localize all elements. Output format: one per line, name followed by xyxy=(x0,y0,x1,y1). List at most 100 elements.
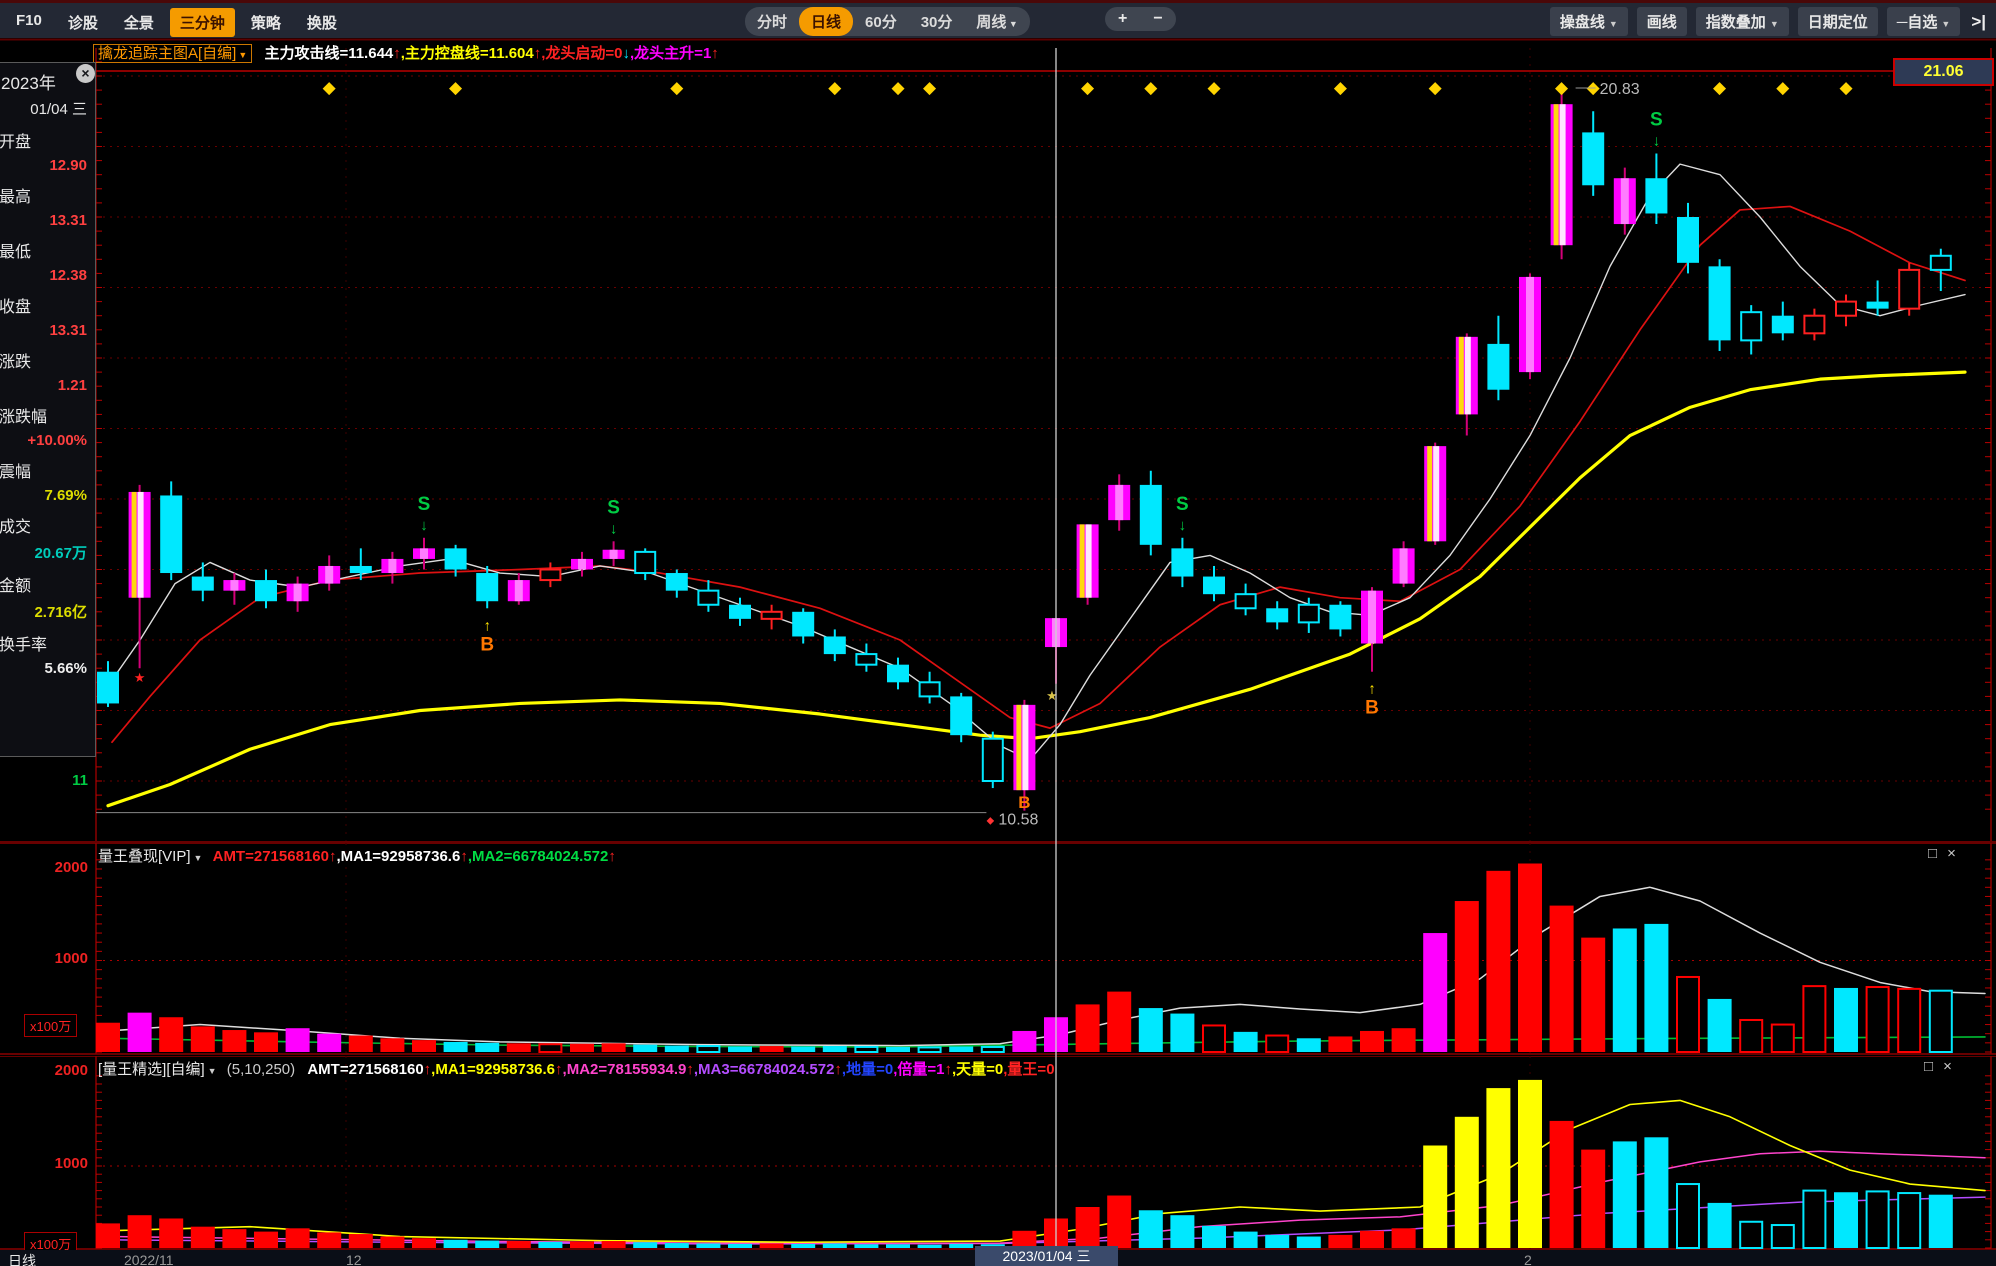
chevron-down-icon[interactable]: ▼ xyxy=(1006,19,1017,29)
indicator-value: ,地量=0 xyxy=(842,1061,893,1078)
trend-arrow-icon: ↑ xyxy=(686,1061,694,1078)
indicator-value: AMT=271568160 xyxy=(213,848,329,865)
date-axis-label: 2 xyxy=(1524,1252,1532,1266)
indicator-value: ,倍量=1 xyxy=(893,1061,944,1078)
zoom-controls: + − xyxy=(1105,7,1176,31)
quote-row: 最高13.31 xyxy=(0,183,95,229)
menu-item[interactable]: 诊股 xyxy=(58,8,108,37)
svg-text:◆: ◆ xyxy=(1776,78,1790,97)
svg-text:↓: ↓ xyxy=(420,517,428,534)
period-tab[interactable]: 30分 xyxy=(909,7,965,36)
toolbar-right: 操盘线▼ 画线指数叠加▼ 日期定位 ─自选▼ >| xyxy=(1550,7,1986,36)
panel-close-icon[interactable]: × xyxy=(1943,1058,1952,1075)
main-menu: F10诊股全景三分钟策略换股 xyxy=(6,8,347,37)
svg-text:↓: ↓ xyxy=(610,520,618,537)
svg-text:◆: ◆ xyxy=(1334,78,1348,97)
quote-label: 涨跌幅 xyxy=(0,403,95,427)
svg-text:S: S xyxy=(1176,494,1189,515)
indicator-value: ,MA3=66784024.572 xyxy=(694,1061,835,1078)
chevron-down-icon[interactable]: ▼ xyxy=(194,853,203,863)
svg-text:◆: ◆ xyxy=(670,78,684,97)
svg-text:↓: ↓ xyxy=(1653,133,1661,150)
main-candlestick-chart[interactable]: ◆◆◆◆◆◆◆◆◆◆◆◆◆◆◆◆S↓S↓S↓S↓↑B↑BB◆10.5820.83… xyxy=(0,38,1996,843)
quote-row: 换手率5.66% xyxy=(0,631,95,677)
chevron-down-icon[interactable]: ▼ xyxy=(238,50,247,60)
main-indicator-values: 主力攻击线=11.644↑,主力控盘线=11.604↑,龙头启动=0↓,龙头主升… xyxy=(264,45,718,62)
quote-row: 成交20.67万 xyxy=(0,513,95,563)
menu-item[interactable]: F10 xyxy=(6,8,52,37)
quote-row: 开盘12.90 xyxy=(0,128,95,174)
menu-item[interactable]: 全景 xyxy=(114,8,164,37)
vol-indicator-header: 量王叠现[VIP]▼ AMT=271568160↑,MA1=92958736.6… xyxy=(98,845,616,865)
tool-button[interactable]: 操盘线▼ xyxy=(1550,7,1628,36)
period-tabs: 分时日线60分30分周线 ▼ xyxy=(745,7,1030,36)
panel-restore-icon[interactable]: □ xyxy=(1928,845,1937,862)
quote-row: 金额 2.716亿 xyxy=(0,572,95,622)
quote-row: 涨跌幅+10.00% xyxy=(0,403,95,449)
period-label: 日线 xyxy=(8,1251,36,1266)
main-indicator-selector[interactable]: 擒龙追踪主图A[自编]▼ xyxy=(93,44,252,63)
chevron-down-icon[interactable]: ▼ xyxy=(1609,19,1618,29)
indicator-value: ,天量=0 xyxy=(952,1061,1003,1078)
trend-arrow-icon: ↓ xyxy=(623,45,631,62)
trend-arrow-icon: ↑ xyxy=(608,848,616,865)
quote-label: 金额 xyxy=(0,572,95,596)
vol2-indicator-header: [量王精选][自编]▼ (5,10,250) AMT=271568160↑,MA… xyxy=(98,1058,1055,1078)
svg-text:20.83: 20.83 xyxy=(1600,81,1640,98)
trend-arrow-icon: ↑ xyxy=(460,848,468,865)
quote-value: 13.31 xyxy=(0,212,95,229)
menu-item[interactable]: 策略 xyxy=(241,8,291,37)
period-tab[interactable]: 60分 xyxy=(853,7,909,36)
vol2-indicator-selector[interactable]: [量王精选][自编]▼ xyxy=(98,1061,217,1078)
period-tab[interactable]: 日线 xyxy=(799,7,853,36)
period-tab[interactable]: 周线 ▼ xyxy=(964,7,1029,36)
panel-restore-icon[interactable]: □ xyxy=(1924,1058,1933,1075)
quote-value: 12.38 xyxy=(0,267,95,284)
quote-label: 成交 xyxy=(0,513,95,537)
chevron-down-icon[interactable]: ▼ xyxy=(1941,19,1950,29)
date-axis-label: 12 xyxy=(346,1252,362,1266)
vol-axis-1000: 1000 xyxy=(30,950,88,967)
svg-text:↑: ↑ xyxy=(1368,681,1376,698)
quote-value: 2.716亿 xyxy=(0,601,95,622)
svg-text:↓: ↓ xyxy=(1179,517,1187,534)
limit-price-label: 21.06 xyxy=(1893,58,1994,86)
zoom-in-button[interactable]: + xyxy=(1105,7,1140,31)
tool-button[interactable]: 指数叠加▼ xyxy=(1696,7,1789,36)
quote-row: 收盘13.31 xyxy=(0,293,95,339)
trend-arrow-icon: ↑ xyxy=(711,45,719,62)
menu-item[interactable]: 换股 xyxy=(297,8,347,37)
quote-row: 涨跌1.21 xyxy=(0,348,95,394)
trend-arrow-icon: ↑ xyxy=(555,1061,563,1078)
svg-text:◆: ◆ xyxy=(987,816,995,827)
quote-value: 12.90 xyxy=(0,157,95,174)
panel-close-icon[interactable]: × xyxy=(1947,845,1956,862)
tool-button[interactable]: ─自选▼ xyxy=(1887,7,1961,36)
vol-indicator-selector[interactable]: 量王叠现[VIP]▼ xyxy=(98,848,202,865)
vol-unit-label: x100万 xyxy=(24,1014,77,1037)
svg-text:B: B xyxy=(1365,698,1379,719)
svg-text:◆: ◆ xyxy=(1555,78,1569,97)
vol-indicator-values: AMT=271568160↑,MA1=92958736.6↑,MA2=66784… xyxy=(213,848,616,865)
tool-button[interactable]: 日期定位 xyxy=(1798,7,1878,36)
chevron-down-icon[interactable]: ▼ xyxy=(1770,19,1779,29)
svg-text:◆: ◆ xyxy=(891,78,905,97)
chevron-down-icon[interactable]: ▼ xyxy=(208,1066,217,1076)
collapse-panel-icon[interactable]: >| xyxy=(1971,12,1986,32)
menu-item[interactable]: 三分钟 xyxy=(170,8,235,37)
quote-date: 01/04 三 xyxy=(0,98,95,119)
svg-text:◆: ◆ xyxy=(1429,78,1443,97)
indicator-value: ,MA2=78155934.9 xyxy=(563,1061,687,1078)
quote-label: 换手率 xyxy=(0,631,95,655)
volume2-panel-chart[interactable] xyxy=(0,1056,1996,1250)
indicator-value: ,MA2=66784024.572 xyxy=(468,848,609,865)
close-icon[interactable]: × xyxy=(76,64,95,83)
topbar: F10诊股全景三分钟策略换股 分时日线60分30分周线 ▼ + − 操盘线▼ 画线… xyxy=(0,0,1996,38)
indicator-value: ,主力控盘线=11.604 xyxy=(401,45,534,62)
period-tab[interactable]: 分时 xyxy=(745,7,799,36)
date-axis-label: 2022/11 xyxy=(124,1252,174,1266)
svg-text:B: B xyxy=(480,634,494,655)
tool-button[interactable]: 画线 xyxy=(1637,7,1687,36)
volume-panel-chart[interactable] xyxy=(0,843,1996,1056)
zoom-out-button[interactable]: − xyxy=(1140,7,1175,31)
